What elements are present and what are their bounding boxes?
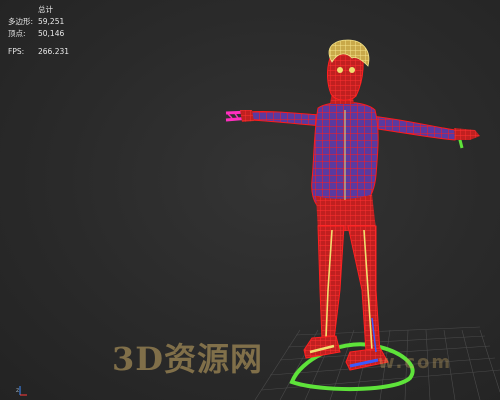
watermark-text: 3D资源网: [112, 340, 264, 378]
fps-label: FPS:: [8, 47, 25, 56]
stats-header: 总计: [38, 5, 53, 14]
svg-text:z: z: [16, 387, 19, 394]
vertices-value: 50,146: [38, 29, 65, 38]
viewport[interactable]: z 总计 多边形: 59,251 顶点: 50,146 FPS: 266.231…: [0, 0, 500, 400]
polygons-value: 59,251: [38, 17, 65, 26]
character-mesh[interactable]: [240, 39, 480, 371]
fps-value: 266.231: [38, 47, 70, 56]
watermark-url: w.com: [378, 352, 453, 373]
vertices-label: 顶点:: [8, 29, 26, 38]
polygons-label: 多边形:: [8, 17, 34, 26]
axis-gizmo-icon: z: [16, 386, 27, 396]
viewport-statistics: 总计 多边形: 59,251 顶点: 50,146 FPS: 266.231: [8, 4, 69, 58]
